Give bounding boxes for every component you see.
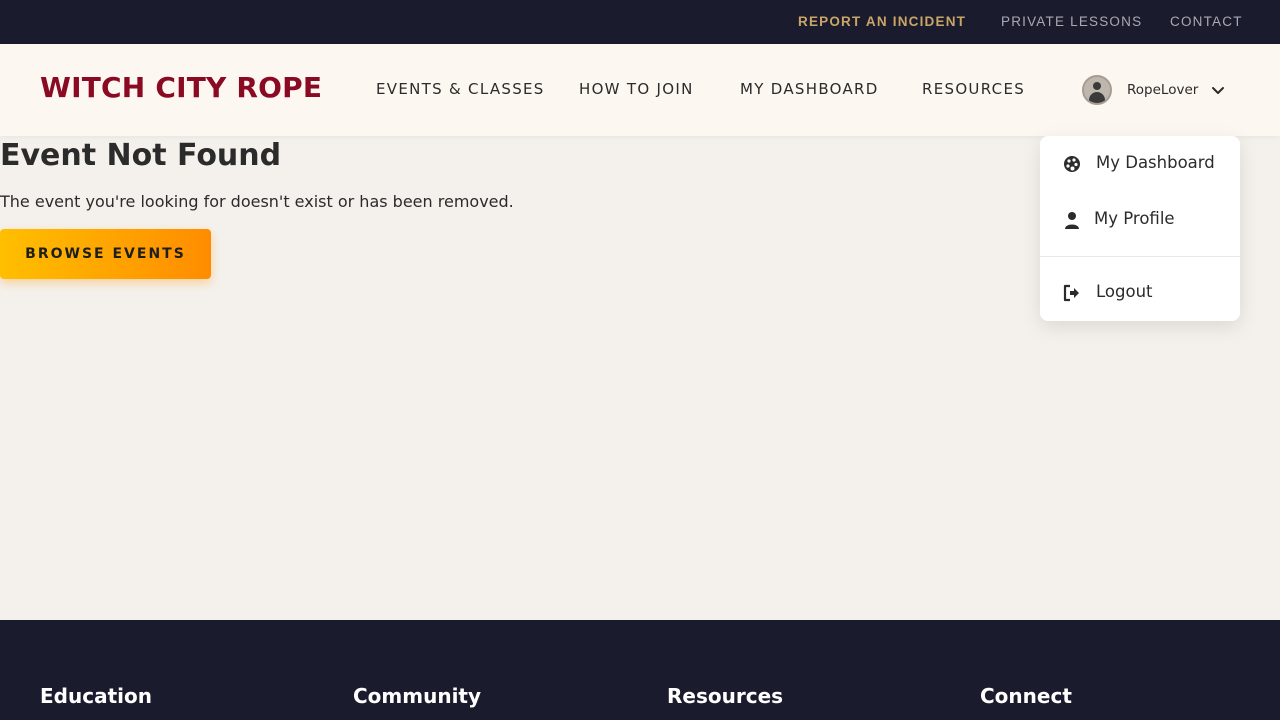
user-dropdown-menu: My Dashboard My Profile Logout: [1040, 136, 1240, 321]
user-icon: [1065, 212, 1079, 229]
contact-link[interactable]: CONTACT: [1170, 14, 1243, 29]
utility-bar: REPORT AN INCIDENT PRIVATE LESSONS CONTA…: [0, 0, 1280, 44]
user-menu-toggle[interactable]: RopeLover: [1082, 75, 1232, 105]
footer-heading-resources: Resources: [667, 684, 784, 708]
nav-my-dashboard[interactable]: MY DASHBOARD: [740, 80, 879, 98]
dropdown-item-label: Logout: [1096, 282, 1153, 301]
chevron-down-icon: [1212, 87, 1224, 94]
palette-icon: [1064, 156, 1080, 172]
dropdown-item-label: My Dashboard: [1096, 153, 1215, 172]
dropdown-item-logout[interactable]: Logout: [1040, 273, 1240, 313]
page-title: Event Not Found: [0, 138, 282, 173]
footer-heading-connect: Connect: [980, 684, 1072, 708]
report-incident-link[interactable]: REPORT AN INCIDENT: [798, 14, 966, 29]
dropdown-item-my-dashboard[interactable]: My Dashboard: [1040, 144, 1240, 184]
footer-heading-education: Education: [40, 684, 152, 708]
logout-icon: [1063, 284, 1079, 302]
nav-how-to-join[interactable]: HOW TO JOIN: [579, 80, 694, 98]
nav-resources[interactable]: RESOURCES: [922, 80, 1025, 98]
username: RopeLover: [1127, 82, 1199, 98]
avatar: [1082, 75, 1112, 105]
dropdown-item-my-profile[interactable]: My Profile: [1040, 200, 1240, 240]
site-footer: Education Community Resources Connect: [0, 620, 1280, 720]
site-header: WITCH CITY ROPE EVENTS & CLASSES HOW TO …: [0, 44, 1280, 136]
dropdown-divider: [1040, 256, 1240, 257]
browse-events-button[interactable]: BROWSE EVENTS: [0, 229, 211, 279]
dropdown-item-label: My Profile: [1094, 209, 1175, 228]
private-lessons-link[interactable]: PRIVATE LESSONS: [1001, 14, 1142, 29]
footer-heading-community: Community: [353, 684, 482, 708]
site-logo[interactable]: WITCH CITY ROPE: [40, 71, 322, 104]
nav-events-classes[interactable]: EVENTS & CLASSES: [376, 80, 545, 98]
not-found-message: The event you're looking for doesn't exi…: [0, 192, 514, 211]
